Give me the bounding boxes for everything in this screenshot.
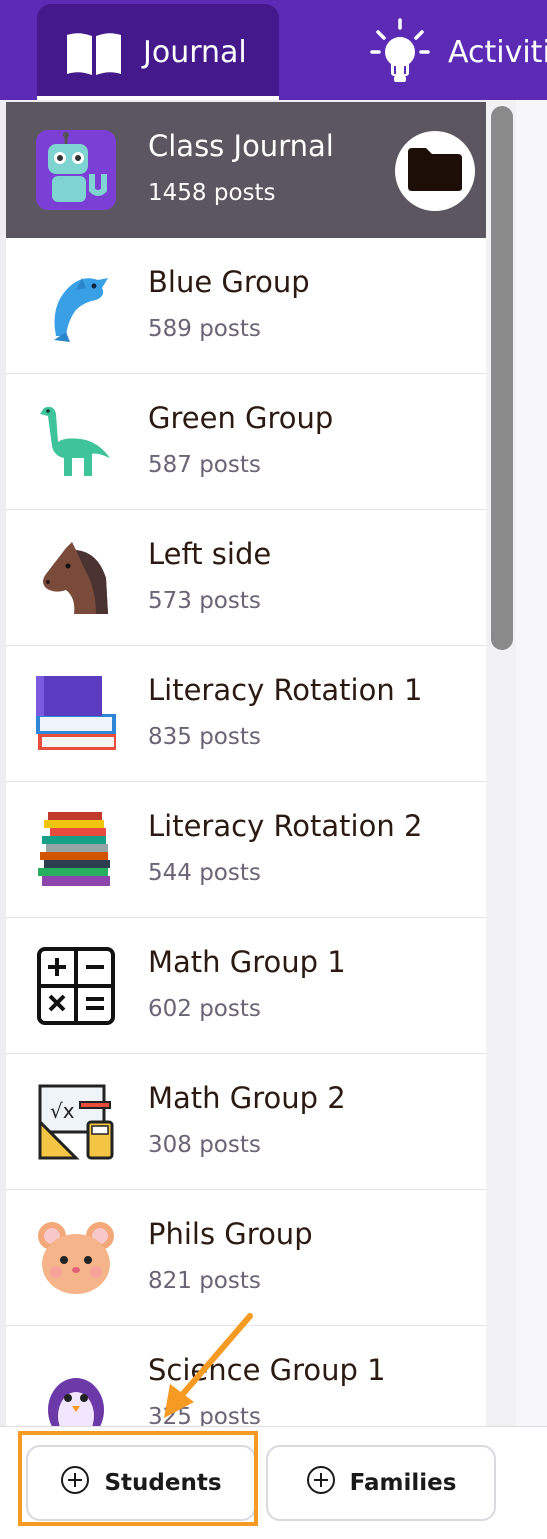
- group-list-panel: Class Journal 1458 posts Blue Group 589 …: [0, 100, 547, 1426]
- group-row-literacy-rotation-2[interactable]: Literacy Rotation 2 544 posts: [6, 782, 486, 918]
- group-name: Blue Group: [148, 265, 310, 299]
- group-post-count: 589 posts: [148, 316, 261, 342]
- tab-activities-label: Activiti: [448, 35, 547, 70]
- folder-icon: [406, 146, 464, 196]
- group-name: Phils Group: [148, 1217, 313, 1251]
- horse-icon: [36, 538, 116, 618]
- book-stack-icon: [36, 810, 116, 890]
- group-post-count: 835 posts: [148, 724, 261, 750]
- content-edge: [516, 100, 547, 1426]
- group-post-count: 573 posts: [148, 588, 261, 614]
- top-nav-bar: Journal Activiti: [0, 0, 547, 100]
- group-name: Literacy Rotation 2: [148, 809, 423, 843]
- tab-journal[interactable]: Journal: [37, 4, 279, 100]
- group-name: Class Journal: [148, 129, 334, 163]
- group-row-math-group-2[interactable]: √x Math Group 2 308 posts: [6, 1054, 486, 1190]
- group-post-count: 1458 posts: [148, 180, 276, 206]
- annotation-arrow-icon: [150, 1310, 260, 1434]
- math-symbols-icon: [36, 946, 116, 1026]
- group-row-left-side[interactable]: Left side 573 posts: [6, 510, 486, 646]
- group-list: Class Journal 1458 posts Blue Group 589 …: [6, 102, 486, 1426]
- folder-button[interactable]: [395, 131, 475, 211]
- group-post-count: 602 posts: [148, 996, 261, 1022]
- group-post-count: 821 posts: [148, 1268, 261, 1294]
- dinosaur-icon: [36, 402, 116, 482]
- group-row-class-journal[interactable]: Class Journal 1458 posts: [6, 102, 486, 238]
- dolphin-icon: [36, 266, 116, 346]
- families-label: Families: [349, 1470, 457, 1496]
- group-row-math-group-1[interactable]: Math Group 1 602 posts: [6, 918, 486, 1054]
- robot-icon: [36, 130, 116, 210]
- svg-text:√x: √x: [50, 1099, 75, 1123]
- math-board-icon: √x: [36, 1082, 116, 1162]
- group-row-literacy-rotation-1[interactable]: Literacy Rotation 1 835 posts: [6, 646, 486, 782]
- group-row-phils-group[interactable]: Phils Group 821 posts: [6, 1190, 486, 1326]
- tab-journal-label: Journal: [143, 35, 247, 70]
- penguin-icon: [36, 1366, 116, 1426]
- group-row-green-group[interactable]: Green Group 587 posts: [6, 374, 486, 510]
- group-name: Literacy Rotation 1: [148, 673, 423, 707]
- group-name: Math Group 1: [148, 945, 346, 979]
- scrollbar-thumb[interactable]: [491, 106, 513, 650]
- open-book-icon: [65, 31, 123, 81]
- add-families-button[interactable]: Families: [266, 1445, 496, 1521]
- group-row-blue-group[interactable]: Blue Group 589 posts: [6, 238, 486, 374]
- group-name: Math Group 2: [148, 1081, 346, 1115]
- hamster-icon: [36, 1218, 116, 1298]
- annotation-highlight-box: [18, 1431, 258, 1526]
- group-name: Green Group: [148, 401, 334, 435]
- group-post-count: 587 posts: [148, 452, 261, 478]
- group-post-count: 308 posts: [148, 1132, 261, 1158]
- tab-activities[interactable]: Activiti: [368, 4, 547, 100]
- books-icon: [36, 674, 116, 754]
- group-post-count: 544 posts: [148, 860, 261, 886]
- group-name: Left side: [148, 537, 272, 571]
- plus-circle-icon: [306, 1465, 336, 1501]
- lightbulb-icon: [370, 18, 430, 92]
